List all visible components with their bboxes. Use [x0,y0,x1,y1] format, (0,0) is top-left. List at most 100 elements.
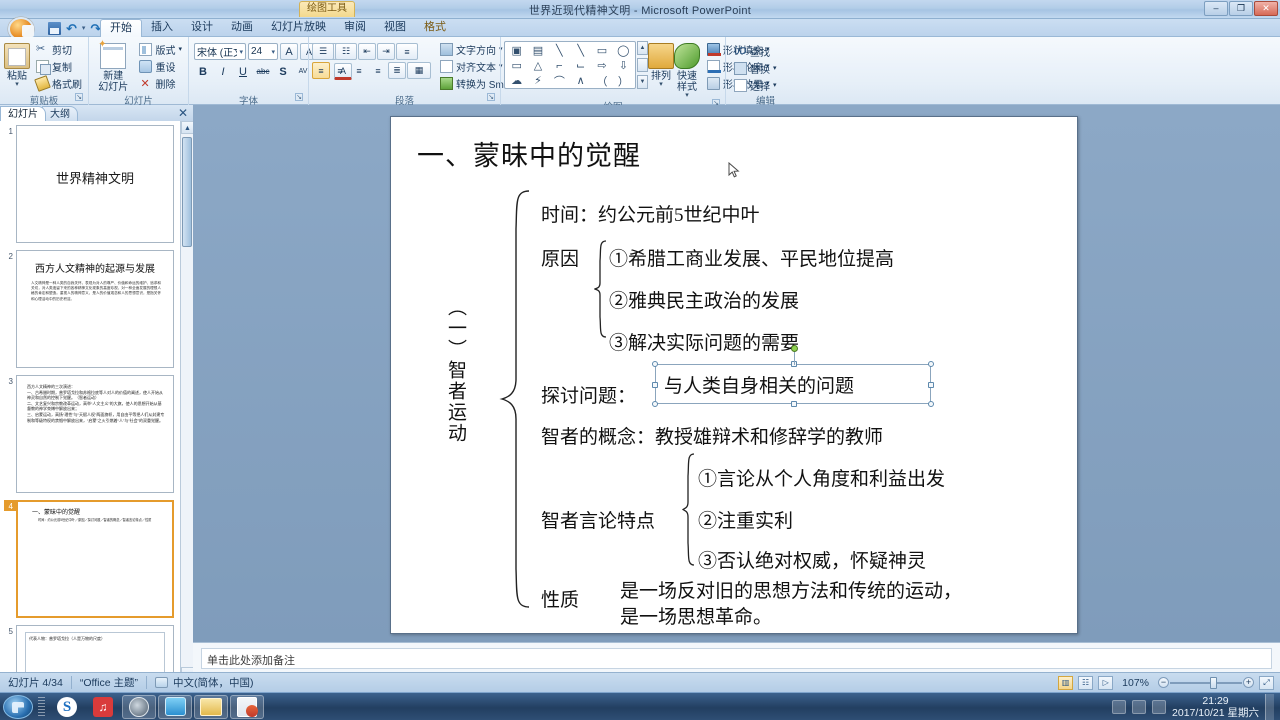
shape-triangle-icon[interactable]: △ [527,58,548,73]
close-button[interactable]: ✕ [1254,1,1278,16]
reset-button[interactable]: 重设 [136,58,185,74]
minimize-button[interactable]: – [1204,1,1228,16]
rotation-handle[interactable] [791,345,798,352]
slide-stage[interactable]: 一、蒙昧中的觉醒 （一）智者运动 时间：约公元前5世纪中叶 原因 ①希腊工商业发… [193,105,1280,642]
resize-handle-se[interactable] [928,401,934,407]
slide-row-topic-label[interactable]: 探讨问题： [541,381,636,408]
cut-button[interactable]: ✂ 剪切 [33,41,85,57]
find-button[interactable]: ὐD 查找 [731,43,780,59]
taskbar-sogou-icon[interactable]: S [50,695,84,719]
slide-row-time[interactable]: 时间：约公元前5世纪中叶 [541,200,760,227]
shape-rounded-rect-icon[interactable]: ▭ [506,58,527,73]
slide-feature-item-3[interactable]: ③否认绝对权威，怀疑神灵 [698,546,926,573]
tab-view[interactable]: 视图 [375,19,415,37]
shape-right-arrow-icon[interactable]: ⇨ [591,58,612,73]
taskbar-blue-app-icon[interactable] [158,694,192,719]
close-pane-icon[interactable]: ✕ [178,106,188,120]
normal-view-button[interactable]: ▥ [1058,675,1074,690]
shape-cloud-icon[interactable]: ☁ [506,73,527,88]
resize-handle-sw[interactable] [652,401,658,407]
tray-icon-2[interactable] [1132,699,1147,714]
slide-cause-item-1[interactable]: ①希腊工商业发展、平民地位提高 [609,244,894,271]
arrange-dropdown-icon[interactable]: ▾ [659,81,663,88]
shape-elbow-arrow-icon[interactable]: ⌙ [570,58,591,73]
paste-dropdown-icon[interactable]: ▾ [15,81,19,88]
strikethrough-button[interactable]: abc [254,63,272,80]
slide-thumbnail-3[interactable]: 西方人文精神的三次演进： 一、古希腊时期，普罗塔戈拉和苏格拉底等人对人的价值的阐述… [16,375,174,493]
align-center-button[interactable]: ≡ [331,62,349,79]
show-desktop-button[interactable] [1265,693,1274,720]
resize-handle-ne[interactable] [928,361,934,367]
replace-button[interactable]: 替换 ▾ [731,60,780,76]
tab-home[interactable]: 开始 [100,19,142,37]
current-slide[interactable]: 一、蒙昧中的觉醒 （一）智者运动 时间：约公元前5世纪中叶 原因 ①希腊工商业发… [390,116,1078,634]
taskbar-photo-viewer-icon[interactable] [122,694,156,719]
paragraph-dialog-launcher-icon[interactable]: ↘ [487,93,495,101]
save-icon[interactable] [48,21,61,35]
italic-button[interactable]: I [214,63,232,80]
slide-row-features-label[interactable]: 智者言论特点 [541,506,655,533]
slide-feature-item-1[interactable]: ①言论从个人角度和利益出发 [698,464,945,491]
format-painter-button[interactable]: 格式刷 [33,74,85,92]
columns-button[interactable]: ▦ [407,62,431,79]
tray-icon-3[interactable] [1152,699,1167,714]
slide-thumbnail-list[interactable]: 1 世界精神文明 2 西方人文精神的起源与发展 人文精神是一种人类的自我关怀，表… [0,121,186,680]
shape-rectangle-icon[interactable]: ▭ [591,43,612,58]
underline-button[interactable]: U [234,63,252,80]
taskbar-clock[interactable]: 21:29 2017/10/21 星期六 [1172,695,1259,719]
tab-slideshow[interactable]: 幻灯片放映 [262,19,335,37]
decrease-indent-button[interactable]: ⇤ [358,43,376,60]
slide-thumbnail-2[interactable]: 西方人文精神的起源与发展 人文精神是一种人类的自我关怀，表现为对人的尊严、价值和… [16,250,174,368]
font-dialog-launcher-icon[interactable]: ↘ [295,93,303,101]
selected-text-box-content[interactable]: 与人类自身相关的问题 [664,371,854,398]
slide-row-nature-label[interactable]: 性质 [541,585,579,612]
shape-lightning-icon[interactable]: ⚡ [527,73,548,88]
copy-button[interactable]: 复制 [33,58,85,75]
shape-right-brace-icon[interactable]: ） [613,73,634,88]
shape-down-arrow-icon[interactable]: ⇩ [613,58,634,73]
tab-format[interactable]: 格式 [415,19,455,37]
tab-animations[interactable]: 动画 [222,19,262,37]
office-button[interactable] [3,17,43,41]
slide-vertical-label[interactable]: （一）智者运动 [444,297,466,444]
pane-tab-outline[interactable]: 大纲 [42,106,78,121]
align-left-button[interactable]: ≡ [312,62,330,79]
tray-icon-1[interactable] [1112,699,1127,714]
increase-font-size-button[interactable]: A [280,43,298,60]
taskbar-folder-icon[interactable] [194,694,228,719]
slide-row-cause-label[interactable]: 原因 [541,244,579,271]
slide-thumbnail-1[interactable]: 世界精神文明 [16,125,174,243]
shapes-scroll-more-icon[interactable]: ▼ [637,75,648,89]
notes-placeholder[interactable]: 单击此处添加备注 [201,648,1272,669]
shapes-scrollbar[interactable]: ▲ ▼ [637,41,648,89]
paste-button[interactable]: 粘贴 ▾ [3,41,31,88]
tab-review[interactable]: 审阅 [335,19,375,37]
shapes-scroll-thumb[interactable] [637,58,648,72]
layout-button[interactable]: 版式 ▾ [136,41,185,57]
zoom-out-button[interactable]: − [1158,677,1169,688]
slide-feature-item-2[interactable]: ②注重实利 [698,506,793,533]
shape-textbox-icon[interactable]: ▣ [506,43,527,58]
delete-slide-button[interactable]: 删除 [136,75,185,91]
list-item[interactable]: 1 世界精神文明 [4,125,182,243]
arrange-button[interactable]: 排列 ▾ [648,41,674,88]
font-size-dropdown-icon[interactable]: ▾ [271,48,275,56]
shape-vertical-textbox-icon[interactable]: ▤ [527,43,548,58]
list-item[interactable]: 4 一、蒙昧中的觉醒 时间：约公元前5世纪中叶／原因／探讨问题／智者的概念／智者… [4,500,182,618]
taskbar-grip[interactable] [38,696,45,717]
tab-insert[interactable]: 插入 [142,19,182,37]
zoom-slider[interactable]: − + [1158,676,1254,690]
align-right-button[interactable]: ≡ [350,62,368,79]
status-theme[interactable]: “Office 主题” [72,675,146,690]
bold-button[interactable]: B [194,63,212,80]
increase-indent-button[interactable]: ⇥ [377,43,395,60]
layout-dropdown-icon[interactable]: ▾ [178,45,182,53]
shapes-gallery[interactable]: ▣ ▤ ╲ ╲ ▭ ◯ ▭ △ ⌐ ⌙ ⇨ ⇩ ☁ ⚡ ⌒ ∧ （ ） [504,41,636,89]
shape-left-brace-icon[interactable]: （ [591,73,612,88]
shape-arc-icon[interactable]: ∧ [570,73,591,88]
tab-design[interactable]: 设计 [182,19,222,37]
quick-styles-button[interactable]: 快速样式 ▾ [674,41,700,99]
slide-row-concept[interactable]: 智者的概念：教授雄辩术和修辞学的教师 [541,422,883,449]
selected-text-box[interactable]: 与人类自身相关的问题 [652,345,934,407]
slide-sorter-view-button[interactable]: ☷ [1078,675,1094,690]
